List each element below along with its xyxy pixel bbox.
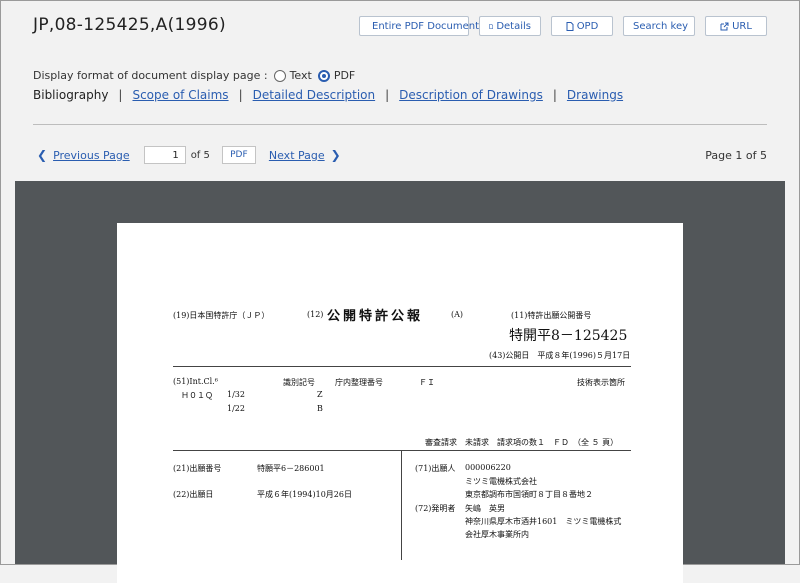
url-label: URL — [732, 20, 752, 32]
kind-suffix-text: (A) — [451, 310, 464, 319]
applicant-name: ミツミ電機株式会社 — [465, 477, 537, 486]
entire-pdf-button[interactable]: Entire PDF Document — [359, 16, 479, 36]
pager: ❮ Previous Page of 5 PDF Next Page ❯ — [33, 146, 341, 164]
url-button[interactable]: URL — [705, 16, 767, 36]
class-id: B — [317, 404, 323, 413]
applicant-address: 東京都調布市国領町８丁目８番地２ — [465, 490, 593, 499]
divider — [401, 450, 402, 560]
pub-no-label: (11)特許出願公開番号 — [511, 311, 592, 320]
next-page-link[interactable]: Next Page — [269, 149, 325, 162]
document-icon — [489, 23, 494, 29]
divider — [33, 124, 767, 125]
page-info: Page 1 of 5 — [705, 149, 767, 162]
exam-text: 審査請求 未請求 請求項の数１ ＦＤ （全 ５ 頁） — [425, 438, 619, 447]
chevron-right-icon[interactable]: ❯ — [331, 148, 341, 162]
search-key-button[interactable]: Search key — [623, 16, 695, 36]
page-total: of 5 — [190, 149, 210, 161]
details-button[interactable]: Details — [479, 16, 541, 36]
external-link-icon — [720, 22, 729, 30]
office-ref-label: 庁内整理番号 — [335, 378, 383, 387]
details-label: Details — [496, 20, 531, 32]
inventor-name: 矢嶋 英男 — [465, 504, 505, 513]
display-format: Display format of document display page … — [33, 69, 355, 82]
app-date: 平成６年(1994)10月26日 — [257, 490, 352, 499]
document-icon — [566, 21, 574, 31]
nav-separator: | — [238, 88, 243, 102]
nav-separator: | — [385, 88, 390, 102]
section-nav: Bibliography | Scope of Claims | Detaile… — [33, 88, 623, 102]
kind-text: 公開特許公報 — [327, 309, 424, 324]
nav-separator: | — [552, 88, 557, 102]
bibliography-label: Bibliography — [33, 88, 109, 102]
scope-of-claims-link[interactable]: Scope of Claims — [132, 88, 228, 102]
class-code: 1/32 — [227, 390, 245, 399]
chevron-left-icon[interactable]: ❮ — [37, 148, 47, 162]
intcl-label: (51)Int.Cl.⁶ — [173, 377, 218, 386]
drawings-link[interactable]: Drawings — [567, 88, 623, 102]
class-id: Z — [317, 390, 323, 399]
opd-button[interactable]: OPD — [551, 16, 613, 36]
id-code-label: 識別記号 — [283, 378, 315, 387]
fi-label: ＦＩ — [419, 378, 435, 387]
inventor-address: 神奈川県厚木市酒井1601 ミツミ電機株式 — [465, 517, 622, 526]
page-number-input[interactable] — [143, 146, 186, 164]
document-page: (19)日本国特許庁（ＪＰ） (12) 公開特許公報 (A) (11)特許出願公… — [117, 223, 683, 583]
inventor-address: 会社厚木事業所内 — [465, 530, 529, 539]
app-no-label: (21)出願番号 — [173, 464, 222, 473]
pdf-button[interactable]: PDF — [221, 146, 256, 164]
opd-label: OPD — [576, 20, 599, 32]
divider — [173, 450, 631, 451]
pdf-radio[interactable] — [317, 69, 330, 82]
inventor-label: (72)発明者 — [415, 504, 456, 513]
country-text: (19)日本国特許庁（ＪＰ） — [173, 311, 270, 320]
description-of-drawings-link[interactable]: Description of Drawings — [399, 88, 543, 102]
tech-label: 技術表示箇所 — [577, 378, 625, 387]
applicant-label: (71)出願人 — [415, 464, 456, 473]
app-no: 特願平6－286001 — [257, 464, 325, 473]
detailed-description-link[interactable]: Detailed Description — [253, 88, 376, 102]
divider — [173, 366, 631, 367]
pdf-viewer[interactable]: (19)日本国特許庁（ＪＰ） (12) 公開特許公報 (A) (11)特許出願公… — [15, 181, 785, 583]
kind-code-text: (12) — [307, 310, 324, 319]
class-main: Ｈ０１Ｑ — [181, 391, 213, 400]
display-format-label: Display format of document display page … — [33, 69, 268, 82]
previous-page-link[interactable]: Previous Page — [53, 149, 130, 162]
pdf-radio-label[interactable]: PDF — [334, 69, 355, 82]
text-radio[interactable] — [273, 69, 286, 82]
pub-no: 特開平8－125425 — [509, 328, 628, 344]
nav-separator: | — [118, 88, 123, 102]
search-key-label: Search key — [632, 20, 689, 32]
applicant-id: 000006220 — [465, 463, 511, 472]
app-date-label: (22)出願日 — [173, 490, 214, 499]
toolbar: Entire PDF Document Details OPD Search k… — [359, 16, 767, 36]
document-title: JP,08-125425,A(1996) — [33, 15, 226, 35]
text-radio-label[interactable]: Text — [290, 69, 312, 82]
class-code: 1/22 — [227, 404, 245, 413]
pub-date: (43)公開日 平成８年(1996)５月17日 — [489, 351, 631, 360]
entire-pdf-label: Entire PDF Document — [372, 20, 480, 32]
